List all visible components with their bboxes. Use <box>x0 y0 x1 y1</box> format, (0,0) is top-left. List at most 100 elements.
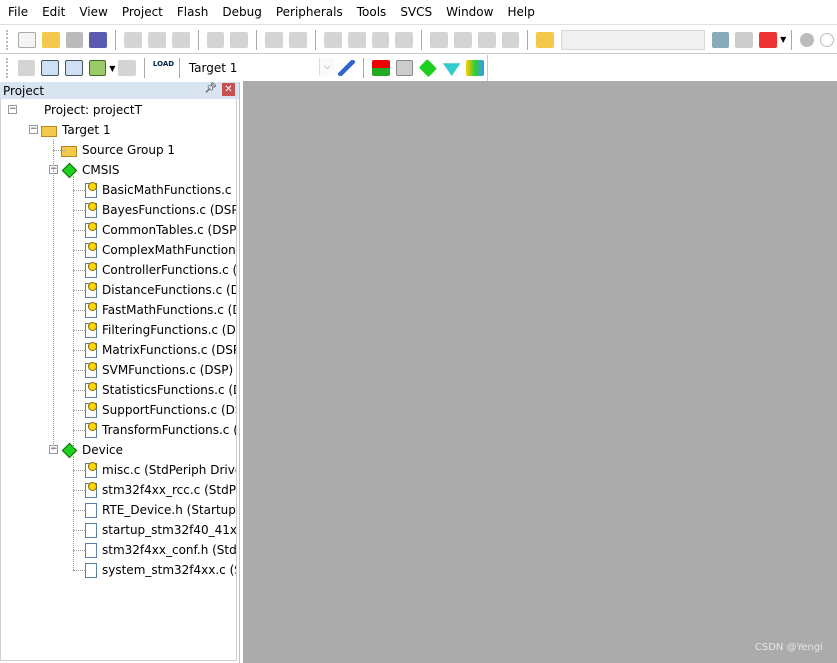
open-folder-icon[interactable] <box>41 31 60 48</box>
watermark: CSDN @Yengi <box>754 642 823 653</box>
menu-svcs[interactable]: SVCS <box>400 5 432 19</box>
tree-file[interactable]: system_stm32f4xx.c (Star <box>85 560 236 580</box>
breakpoint-disable-icon[interactable] <box>820 32 834 47</box>
tree-file-label: stm32f4xx_conf.h (StdPe <box>102 543 237 557</box>
tree-file[interactable]: MatrixFunctions.c (DSP) <box>85 340 236 360</box>
cut-icon[interactable] <box>124 31 143 48</box>
target-options-wand-icon[interactable] <box>337 60 356 76</box>
undo-icon[interactable] <box>206 31 225 48</box>
tree-line <box>53 150 65 151</box>
collapse-project-toggle[interactable]: − <box>8 105 17 114</box>
tree-file[interactable]: StatisticsFunctions.c (DSP <box>85 380 236 400</box>
tree-file[interactable]: RTE_Device.h (Startup) <box>85 500 236 520</box>
tree-device-label: Device <box>82 443 124 457</box>
tree-file[interactable]: ComplexMathFunctions. <box>85 240 236 260</box>
tree-file[interactable]: CommonTables.c (DSP) <box>85 220 237 240</box>
menu-window[interactable]: Window <box>446 5 493 19</box>
target-select[interactable]: Target 1 ⌵ <box>184 58 335 78</box>
translate-icon[interactable] <box>17 60 36 76</box>
bookmark-icon[interactable] <box>323 31 342 48</box>
unindent-icon[interactable] <box>453 31 472 48</box>
pack-installer-icon[interactable] <box>466 60 484 76</box>
pin-icon[interactable]: 📌︎ <box>204 83 217 94</box>
bookmark-next-icon[interactable] <box>371 31 390 48</box>
stop-build-icon[interactable] <box>118 60 136 76</box>
tree-file[interactable]: ControllerFunctions.c (D: <box>85 260 236 280</box>
find-icon[interactable] <box>711 31 730 48</box>
event-recorder-icon[interactable] <box>442 63 461 76</box>
redo-icon[interactable] <box>230 31 249 48</box>
chevron-down-icon[interactable]: ⌵ <box>318 58 335 76</box>
source-file-key-icon <box>85 381 97 398</box>
tree-file[interactable]: stm32f4xx_conf.h (StdPe <box>85 540 237 560</box>
device-component-icon <box>61 442 78 458</box>
copy-icon[interactable] <box>148 31 166 48</box>
menu-peripherals[interactable]: Peripherals <box>276 5 343 19</box>
tree-file[interactable]: DistanceFunctions.c (DSP <box>85 280 236 300</box>
tree-file[interactable]: BayesFunctions.c (DSP) <box>85 200 236 220</box>
source-file-key-icon <box>85 461 97 478</box>
new-file-icon[interactable] <box>17 31 36 48</box>
find-in-files-icon[interactable] <box>536 31 555 48</box>
menu-debug[interactable]: Debug <box>222 5 261 19</box>
save-icon[interactable] <box>65 31 84 48</box>
manage-project-items-icon[interactable] <box>372 60 390 76</box>
tree-file[interactable]: misc.c (StdPeriph Drivers <box>85 460 236 480</box>
tree-line <box>73 330 85 331</box>
indent-icon[interactable] <box>430 31 448 48</box>
tree-file[interactable]: TransformFunctions.c (D: <box>85 420 236 440</box>
menu-file[interactable]: File <box>8 5 28 19</box>
load-button[interactable]: LOAD <box>153 60 174 76</box>
tree-file[interactable]: BasicMathFunctions.c (D <box>85 180 236 200</box>
tree-source-group[interactable]: Source Group 1 <box>61 140 175 160</box>
tree-file[interactable]: startup_stm32f40_41xxx.s <box>85 520 237 540</box>
tree-line <box>73 570 85 571</box>
comment-icon[interactable] <box>477 31 496 48</box>
tree-file-label: CommonTables.c (DSP) <box>102 223 237 237</box>
toolbar-grip[interactable] <box>6 58 9 78</box>
find-next-icon[interactable] <box>735 31 754 48</box>
tree-project[interactable]: Project: projectT <box>23 100 142 120</box>
tree-file[interactable]: stm32f4xx_rcc.c (StdPerip <box>85 480 236 500</box>
select-packs-icon[interactable] <box>395 60 414 76</box>
collapse-target-toggle[interactable]: − <box>29 125 38 134</box>
uncomment-icon[interactable] <box>501 31 520 48</box>
source-file-key-icon <box>85 321 97 338</box>
debug-dropdown-icon[interactable]: ▼ <box>780 35 786 44</box>
close-icon[interactable]: ✕ <box>222 83 235 96</box>
toolbar-grip[interactable] <box>6 29 9 50</box>
menu-flash[interactable]: Flash <box>177 5 208 19</box>
batch-dropdown-icon[interactable]: ▼ <box>109 64 115 73</box>
tree-file[interactable]: FilteringFunctions.c (DSP <box>85 320 237 340</box>
breakpoint-icon[interactable] <box>800 32 815 47</box>
nav-back-icon[interactable] <box>265 31 284 48</box>
tree-target-label: Target 1 <box>62 123 111 137</box>
rebuild-icon[interactable] <box>65 60 83 76</box>
save-all-icon[interactable] <box>89 31 108 48</box>
tree-file[interactable]: FastMathFunctions.c (DS <box>85 300 236 320</box>
menu-project[interactable]: Project <box>122 5 163 19</box>
nav-forward-icon[interactable] <box>289 31 307 48</box>
bookmark-prev-icon[interactable] <box>347 31 366 48</box>
source-file-key-icon <box>85 361 97 378</box>
bookmark-clear-icon[interactable] <box>395 31 414 48</box>
tree-device[interactable]: Device <box>61 440 123 460</box>
menu-help[interactable]: Help <box>507 5 534 19</box>
menu-edit[interactable]: Edit <box>42 5 65 19</box>
tree-target[interactable]: Target 1 <box>41 120 111 140</box>
batch-build-icon[interactable] <box>88 60 107 76</box>
build-icon[interactable] <box>41 60 60 76</box>
tree-file-label: FilteringFunctions.c (DSP <box>102 323 237 337</box>
editor-area: CSDN @Yengi <box>243 81 837 663</box>
tree-file[interactable]: SupportFunctions.c (DSP <box>85 400 236 420</box>
paste-icon[interactable] <box>171 31 190 48</box>
manage-rte-icon[interactable] <box>419 59 438 77</box>
menu-tools[interactable]: Tools <box>357 5 387 19</box>
separator <box>791 29 793 50</box>
find-combo[interactable] <box>561 29 705 50</box>
menu-view[interactable]: View <box>79 5 107 19</box>
tree-file-label: startup_stm32f40_41xxx.s <box>102 523 237 537</box>
debug-session-icon[interactable] <box>759 31 778 48</box>
tree-file[interactable]: SVMFunctions.c (DSP) <box>85 360 233 380</box>
tree-cmsis[interactable]: CMSIS <box>61 160 120 180</box>
